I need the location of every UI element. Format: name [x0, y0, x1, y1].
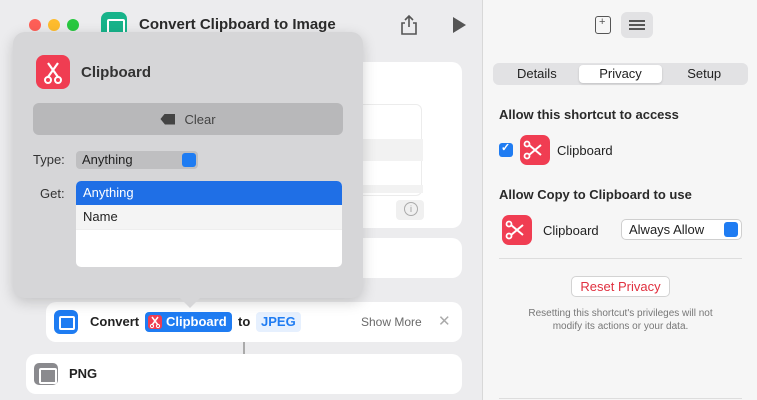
list-item-empty — [76, 229, 342, 253]
permission-value: Always Allow — [629, 222, 705, 237]
sliders-icon[interactable] — [621, 12, 653, 38]
minimize-window-button[interactable] — [48, 19, 60, 31]
show-more-button[interactable]: Show More — [361, 315, 422, 329]
clipboard-popover: Clipboard Clear Type: Anything Get: Anyt… — [13, 32, 363, 298]
type-value: Anything — [82, 152, 133, 167]
clipboard-token[interactable]: Clipboard — [145, 312, 232, 332]
slider-line — [629, 20, 645, 22]
clear-button[interactable]: Clear — [33, 103, 343, 135]
chevron-updown-icon — [182, 153, 196, 167]
divider — [499, 258, 742, 259]
scissors-icon — [520, 135, 550, 165]
divider — [499, 398, 742, 399]
clipboard-token-label: Clipboard — [166, 314, 227, 329]
close-window-button[interactable] — [29, 19, 41, 31]
reset-privacy-button[interactable]: Reset Privacy — [571, 276, 670, 297]
list-item[interactable]: Name — [76, 205, 342, 229]
clear-label: Clear — [184, 111, 216, 127]
png-action-card[interactable]: PNG — [26, 354, 462, 394]
window-title: Convert Clipboard to Image — [139, 16, 336, 33]
inspector-tabs: Details Privacy Setup — [493, 63, 748, 85]
tab-privacy[interactable]: Privacy — [578, 65, 663, 83]
add-library-icon[interactable] — [595, 16, 611, 34]
editor-pane: Convert Clipboard to Image Convert Clipb… — [0, 0, 482, 400]
convert-label: Convert — [90, 314, 140, 329]
type-label: Type: — [33, 152, 65, 167]
format-token[interactable]: JPEG — [256, 312, 301, 332]
png-action-label: PNG — [69, 366, 98, 381]
popover-arrow — [180, 298, 200, 308]
convert-image-icon — [54, 310, 78, 334]
get-list: Anything Name — [76, 181, 342, 267]
zoom-window-button[interactable] — [67, 19, 79, 31]
delete-icon — [160, 113, 176, 125]
scissors-icon — [148, 315, 162, 329]
action-connector — [243, 342, 245, 354]
share-icon[interactable] — [400, 14, 418, 36]
get-label: Get: — [40, 186, 65, 201]
convert-action-card[interactable]: Convert Clipboard to JPEG Show More ✕ — [46, 302, 462, 342]
scissors-icon — [502, 215, 532, 245]
slider-line — [629, 24, 645, 26]
chevron-updown-icon — [724, 222, 738, 237]
permission-select[interactable]: Always Allow — [621, 219, 742, 240]
play-icon[interactable] — [453, 17, 466, 33]
image-format-icon — [34, 363, 58, 385]
popover-title: Clipboard — [81, 64, 151, 81]
copy-section-title: Allow Copy to Clipboard to use — [499, 187, 692, 202]
close-icon[interactable]: ✕ — [438, 312, 451, 330]
access-item-label: Clipboard — [557, 143, 613, 158]
type-select[interactable]: Anything — [76, 151, 198, 169]
info-icon[interactable] — [396, 200, 424, 220]
reset-note: Resetting this shortcut's privileges wil… — [528, 308, 713, 332]
inspector-toolbar — [483, 0, 757, 52]
inspector-pane: Details Privacy Setup Allow this shortcu… — [482, 0, 757, 400]
access-section-title: Allow this shortcut to access — [499, 107, 679, 122]
slider-line — [629, 28, 645, 30]
scissors-icon — [36, 55, 70, 89]
to-label: to — [238, 314, 251, 329]
tab-details[interactable]: Details — [495, 65, 579, 83]
copy-item-label: Clipboard — [543, 223, 599, 238]
tab-setup[interactable]: Setup — [662, 65, 746, 83]
clipboard-access-checkbox[interactable] — [499, 141, 513, 157]
list-item[interactable]: Anything — [76, 181, 342, 205]
